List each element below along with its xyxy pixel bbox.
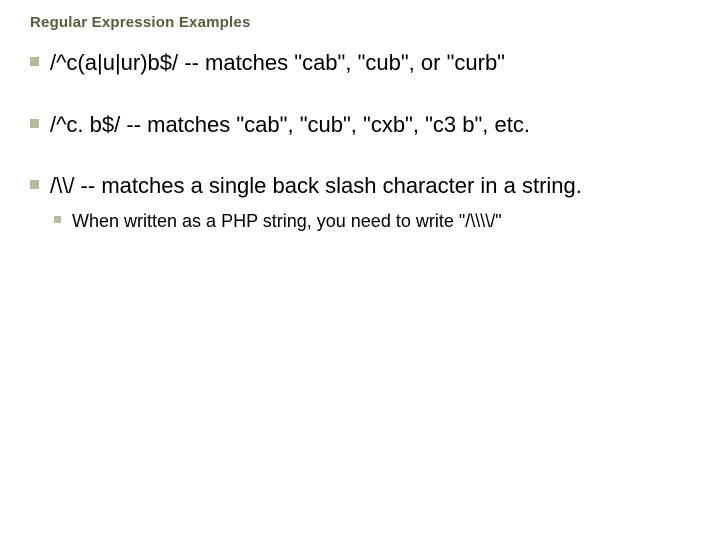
bullet-item: /\\/ -- matches a single back slash char… bbox=[28, 172, 692, 233]
bullet-text: /\\/ -- matches a single back slash char… bbox=[50, 173, 582, 198]
sub-bullet-item: When written as a PHP string, you need t… bbox=[50, 210, 692, 233]
bullet-text: /^c(a|u|ur)b$/ -- matches "cab", "cub", … bbox=[50, 50, 505, 75]
bullet-text: /^c. b$/ -- matches "cab", "cub", "cxb",… bbox=[50, 112, 530, 137]
bullet-item: /^c(a|u|ur)b$/ -- matches "cab", "cub", … bbox=[28, 49, 692, 77]
sub-bullet-text: When written as a PHP string, you need t… bbox=[72, 211, 502, 231]
slide: Regular Expression Examples /^c(a|u|ur)b… bbox=[0, 0, 720, 540]
sub-bullet-list: When written as a PHP string, you need t… bbox=[50, 210, 692, 233]
bullet-item: /^c. b$/ -- matches "cab", "cub", "cxb",… bbox=[28, 111, 692, 139]
bullet-list: /^c(a|u|ur)b$/ -- matches "cab", "cub", … bbox=[28, 49, 692, 233]
slide-title: Regular Expression Examples bbox=[30, 14, 692, 31]
